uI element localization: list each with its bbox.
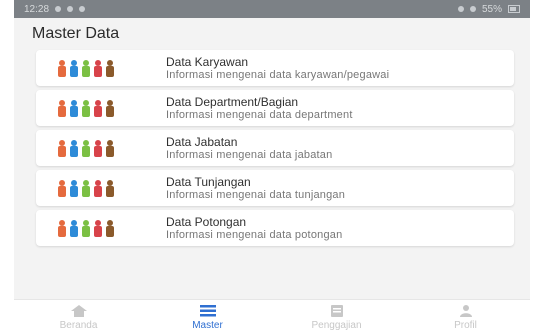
- menu-item-data-jabatan[interactable]: Data Jabatan Informasi mengenai data jab…: [36, 130, 514, 166]
- menu-item-title: Data Tunjangan: [166, 175, 251, 189]
- master-data-list: Data Karyawan Informasi mengenai data ka…: [36, 50, 514, 250]
- battery-icon: [508, 5, 520, 13]
- menu-item-subtitle: Informasi mengenai data tunjangan: [166, 189, 346, 201]
- menu-item-title: Data Jabatan: [166, 135, 238, 149]
- payroll-icon: [330, 304, 343, 317]
- menu-item-subtitle: Informasi mengenai data karyawan/pegawai: [166, 69, 390, 81]
- signal-icon: [457, 6, 464, 12]
- nav-label: Beranda: [59, 319, 98, 331]
- phone-screen: 12:28 55% Master Data Data Karyawan Info…: [14, 0, 530, 334]
- home-icon: [70, 304, 87, 317]
- menu-item-subtitle: Informasi mengenai data jabatan: [166, 149, 333, 161]
- nav-item-penggajian[interactable]: Penggajian: [287, 300, 387, 334]
- menu-item-title: Data Potongan: [166, 215, 247, 229]
- user-icon: [459, 304, 472, 317]
- nav-item-beranda[interactable]: Beranda: [29, 300, 129, 334]
- battery-percent: 55%: [481, 3, 502, 15]
- menu-item-subtitle: Informasi mengenai data potongan: [166, 229, 343, 241]
- people-group-icon: [58, 60, 114, 77]
- menu-item-data-department[interactable]: Data Department/Bagian Informasi mengena…: [36, 90, 514, 126]
- nav-label: Profil: [454, 319, 477, 331]
- list-icon: [199, 304, 216, 316]
- notification-icon: [79, 6, 86, 12]
- people-group-icon: [58, 140, 114, 157]
- app-header: Master Data: [14, 18, 530, 48]
- notification-icon: [55, 6, 62, 12]
- menu-item-title: Data Department/Bagian: [166, 95, 299, 109]
- nav-item-profil[interactable]: Profil: [416, 300, 516, 334]
- page-title: Master Data: [32, 25, 120, 42]
- people-group-icon: [58, 180, 114, 197]
- nav-item-master[interactable]: Master: [158, 300, 258, 334]
- notification-icon: [67, 6, 74, 12]
- people-group-icon: [58, 100, 114, 117]
- menu-item-data-tunjangan[interactable]: Data Tunjangan Informasi mengenai data t…: [36, 170, 514, 206]
- bottom-nav: Beranda Master Penggajian Profil: [14, 299, 530, 334]
- nav-label: Master: [192, 319, 223, 331]
- nav-label: Penggajian: [311, 319, 362, 331]
- menu-item-title: Data Karyawan: [166, 55, 249, 69]
- menu-item-subtitle: Informasi mengenai data department: [166, 109, 353, 121]
- people-group-icon: [58, 220, 114, 237]
- status-time: 12:28: [24, 3, 50, 15]
- wifi-icon: [469, 6, 476, 12]
- menu-item-data-potongan[interactable]: Data Potongan Informasi mengenai data po…: [36, 210, 514, 246]
- status-bar: 12:28 55%: [14, 0, 530, 18]
- menu-item-data-karyawan[interactable]: Data Karyawan Informasi mengenai data ka…: [36, 50, 514, 86]
